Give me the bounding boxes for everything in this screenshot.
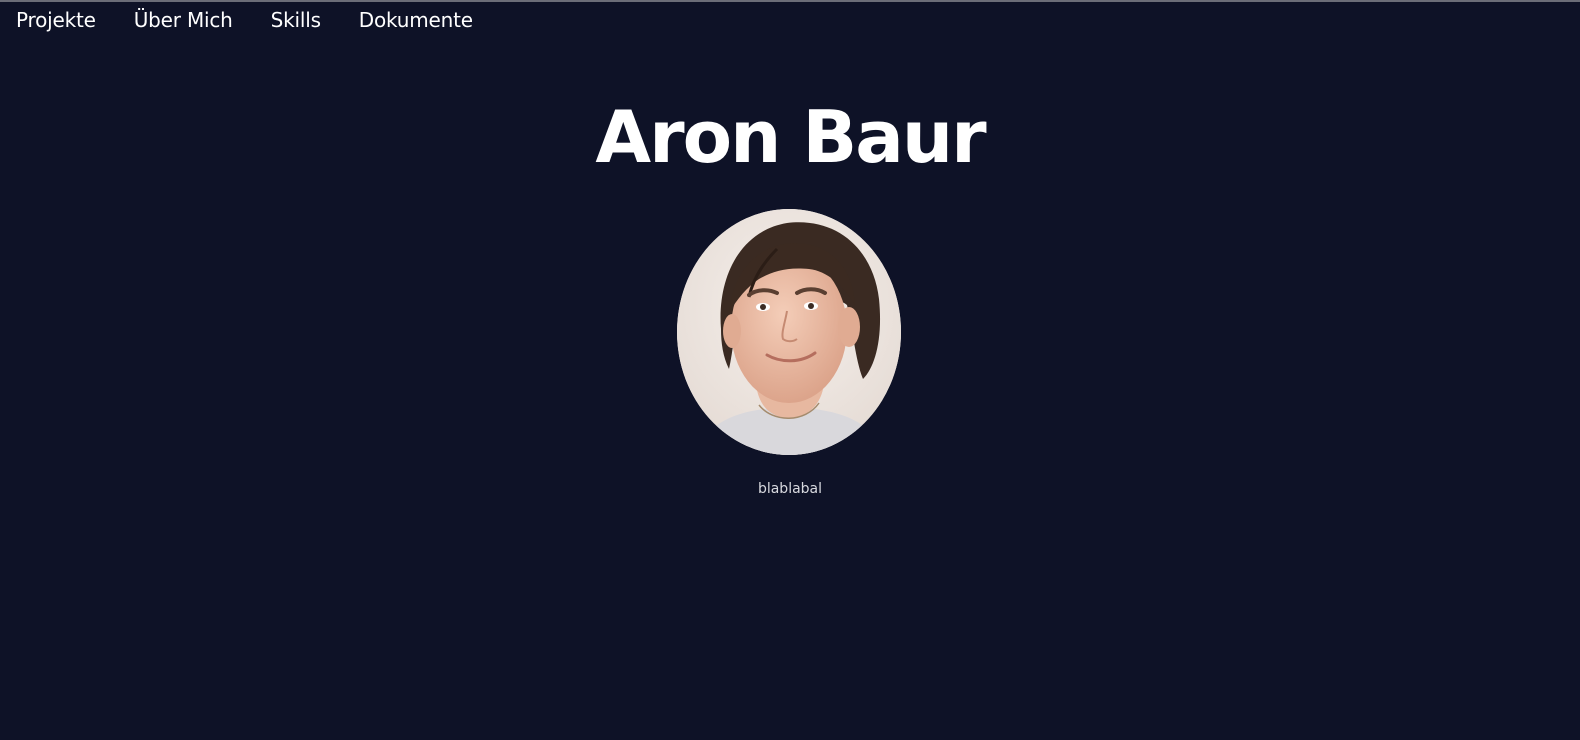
nav-link-ueber-mich[interactable]: Über Mich: [134, 6, 233, 34]
avatar-portrait-photo: [677, 209, 901, 455]
nav-link-dokumente[interactable]: Dokumente: [359, 6, 473, 34]
window-top-border: [0, 0, 1580, 2]
page-title: Aron Baur: [595, 95, 986, 179]
nav-link-skills[interactable]: Skills: [271, 6, 321, 34]
main-navigation: Projekte Über Mich Skills Dokumente: [16, 6, 473, 34]
hero-caption: blablabal: [757, 481, 823, 497]
avatar: [677, 209, 901, 455]
nav-link-projekte[interactable]: Projekte: [16, 6, 96, 34]
